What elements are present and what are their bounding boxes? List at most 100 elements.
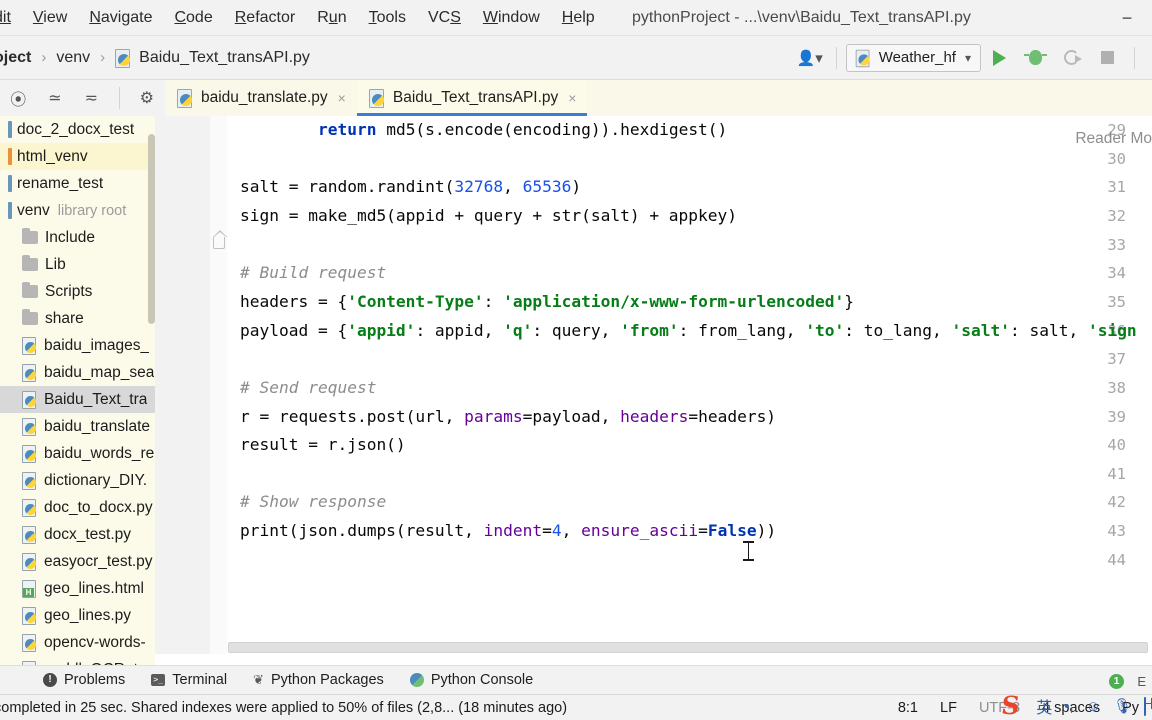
ime-language-mode[interactable]: 英 <box>1030 694 1058 718</box>
menu-edit[interactable]: dit <box>0 0 22 36</box>
expand-all-icon[interactable]: ≃ <box>37 80 74 116</box>
close-icon[interactable]: × <box>338 90 346 106</box>
status-message[interactable]: completed in 25 sec. Shared indexes were… <box>0 700 567 716</box>
tree-item-opencv-words[interactable]: opencv-words- <box>0 629 155 656</box>
breadcrumb-project[interactable]: oject <box>0 49 31 67</box>
code-line[interactable]: print(json.dumps(result, indent=4, ensur… <box>240 517 776 546</box>
code-token-kwarg: indent <box>483 521 543 541</box>
tool-window-problems[interactable]: ! Problems <box>30 672 138 688</box>
tool-window-bar: ! Problems >_ Terminal ❦ Python Packages… <box>0 665 1152 695</box>
tree-item-baidu-translate[interactable]: baidu_translate <box>0 413 155 440</box>
tree-item-geo-lines-html[interactable]: geo_lines.html <box>0 575 155 602</box>
breadcrumb-project-label: oject <box>0 48 32 66</box>
code-line[interactable]: result = r.json() <box>240 431 406 460</box>
menu-run[interactable]: Run <box>306 0 357 36</box>
code-line[interactable]: sign = make_md5(appid + query + str(salt… <box>240 202 737 231</box>
user-account-icon[interactable]: 👤▾ <box>793 49 827 67</box>
menu-tools[interactable]: Tools <box>358 0 417 36</box>
code-line[interactable]: salt = random.randint(32768, 65536) <box>240 173 581 202</box>
editor-gutter[interactable] <box>155 116 227 665</box>
tree-item-label: baidu_words_re <box>44 444 155 462</box>
code-token-num: 32768 <box>454 177 504 197</box>
ime-keyboard-icon[interactable] <box>1138 696 1152 716</box>
menu-code[interactable]: Code <box>163 0 223 36</box>
tree-item-share[interactable]: share <box>0 305 155 332</box>
code-editor[interactable]: 29 30 31 32 33 34 35 36 37 38 39 40 41 42 43 44 return … <box>155 116 1152 665</box>
tree-item-paddleocr-tes[interactable]: paddleOCR_tes <box>0 656 155 665</box>
tool-window-terminal[interactable]: >_ Terminal <box>138 672 240 688</box>
code-line[interactable]: # Build request <box>240 259 386 288</box>
bug-icon <box>1023 50 1047 65</box>
tool-window-python-packages[interactable]: ❦ Python Packages <box>240 672 397 688</box>
tree-item-baidu-images[interactable]: baidu_images_ <box>0 332 155 359</box>
python-console-icon <box>409 673 424 687</box>
code-line[interactable]: # Send request <box>240 374 376 403</box>
fold-marker-icon[interactable] <box>212 230 227 249</box>
code-line[interactable]: r = requests.post(url, params=payload, h… <box>240 403 776 432</box>
code-line[interactable]: payload = {'appid': appid, 'q': query, '… <box>240 317 1137 346</box>
reader-mode-label[interactable]: Reader Mo <box>1075 130 1152 148</box>
tree-item-doc-2-docx-test[interactable]: doc_2_docx_test <box>0 116 155 143</box>
locate-file-icon[interactable]: ⦿ <box>0 80 37 116</box>
menu-code-label: ode <box>186 8 213 26</box>
run-configuration-selector[interactable]: Weather_hf ▾ <box>845 43 981 72</box>
collapse-all-icon[interactable]: ≂ <box>73 80 110 116</box>
code-token-str: 'appid' <box>347 320 416 340</box>
breadcrumb-venv[interactable]: venv <box>56 49 90 67</box>
divider-3 <box>118 87 120 109</box>
ime-emoji-icon[interactable]: ☺ <box>1080 698 1107 715</box>
sogou-logo-icon[interactable] <box>997 694 1024 719</box>
ime-microphone-icon[interactable]: 🎙 <box>1107 697 1138 715</box>
tree-item-doc-to-docx-py[interactable]: doc_to_docx.py <box>0 494 155 521</box>
minimize-button[interactable]: − <box>1116 0 1138 36</box>
tree-item-dictionary-diy[interactable]: dictionary_DIY. <box>0 467 155 494</box>
stop-button[interactable] <box>1089 41 1125 75</box>
tree-item-baidu-text-tra[interactable]: Baidu_Text_tra <box>0 386 155 413</box>
tree-scrollbar[interactable] <box>148 134 155 324</box>
tree-item-include[interactable]: Include <box>0 224 155 251</box>
profile-button[interactable] <box>1053 41 1089 75</box>
menu-help[interactable]: Help <box>551 0 606 36</box>
tree-item-venv[interactable]: venv library root <box>0 197 155 224</box>
tab-baidu-translate[interactable]: baidu_translate.py × <box>165 80 357 116</box>
notification-badge[interactable]: 1 <box>1109 674 1124 689</box>
tool-window-python-console[interactable]: Python Console <box>397 672 546 688</box>
breadcrumb-file[interactable]: Baidu_Text_transAPI.py <box>115 48 310 68</box>
tree-item-easyocr-test-py[interactable]: easyocr_test.py <box>0 548 155 575</box>
close-icon[interactable]: × <box>568 90 576 106</box>
code-token-str: 'to' <box>805 320 845 340</box>
menu-window[interactable]: Window <box>472 0 551 36</box>
tree-item-html-venv[interactable]: html_venv <box>0 143 155 170</box>
tree-item-baidu-words-re[interactable]: baidu_words_re <box>0 440 155 467</box>
tree-item-scripts[interactable]: Scripts <box>0 278 155 305</box>
menu-navigate[interactable]: Navigate <box>78 0 163 36</box>
editor-horizontal-scrollbar[interactable] <box>228 642 1148 653</box>
tree-item-baidu-map-sea[interactable]: baidu_map_sea <box>0 359 155 386</box>
ime-punctuation-icon[interactable]: •, <box>1058 698 1079 715</box>
menu-refactor[interactable]: Refactor <box>224 0 306 36</box>
code-line[interactable]: headers = {'Content-Type': 'application/… <box>240 288 854 317</box>
folder-icon <box>22 309 38 325</box>
tool-window-label: Terminal <box>172 672 228 688</box>
menu-view[interactable]: View <box>22 0 78 36</box>
tree-item-rename-test[interactable]: rename_test <box>0 170 155 197</box>
debug-button[interactable] <box>1017 41 1053 75</box>
gear-icon[interactable]: ⚙ <box>129 80 166 116</box>
project-tree[interactable]: doc_2_docx_test html_venv rename_test venv l… <box>0 116 155 665</box>
folder-icon <box>22 228 38 244</box>
caret-position[interactable]: 8:1 <box>887 700 929 716</box>
run-button[interactable] <box>981 41 1017 75</box>
tree-item-docx-test-py[interactable]: docx_test.py <box>0 521 155 548</box>
line-separator[interactable]: LF <box>929 700 968 716</box>
divider <box>835 46 837 69</box>
tree-item-lib[interactable]: Lib <box>0 251 155 278</box>
menu-vcs[interactable]: VCS <box>417 0 472 36</box>
tree-item-label: venv <box>17 201 50 219</box>
tab-baidu-text-transapi[interactable]: Baidu_Text_transAPI.py × <box>356 80 588 116</box>
ime-toolbar[interactable]: 英 •, ☺ 🎙 <box>997 692 1152 720</box>
tree-item-geo-lines-py[interactable]: geo_lines.py <box>0 602 155 629</box>
tool-window-right-label: E <box>1137 674 1146 689</box>
code-content[interactable]: return md5(s.encode(encoding)).hexdigest… <box>227 116 1152 665</box>
code-line[interactable]: # Show response <box>240 488 386 517</box>
code-line[interactable]: return md5(s.encode(encoding)).hexdigest… <box>240 116 727 145</box>
